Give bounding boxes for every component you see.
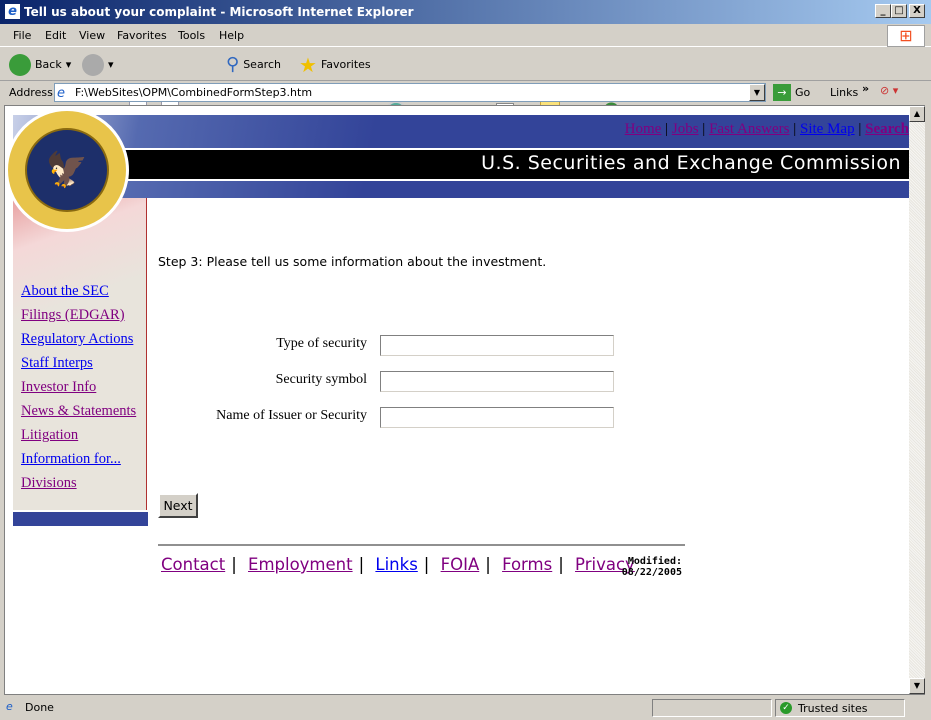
address-input[interactable]: e F:\WebSites\OPM\CombinedFormStep3.htm … bbox=[54, 83, 766, 102]
close-button[interactable]: X bbox=[909, 4, 925, 18]
footer-link-forms[interactable]: Forms bbox=[502, 555, 552, 574]
sidebar-bottom-bar bbox=[13, 512, 148, 526]
back-button[interactable]: Back ▾ bbox=[9, 54, 71, 76]
sidebar-item-information-for[interactable]: Information for... bbox=[21, 451, 121, 468]
next-button[interactable]: Next bbox=[158, 493, 198, 518]
top-link-jobs[interactable]: Jobs bbox=[672, 121, 699, 137]
status-bar: e Done ✓ Trusted sites bbox=[0, 697, 931, 720]
top-nav: Home | Jobs | Fast Answers | Site Map | … bbox=[624, 121, 909, 137]
page-icon: e bbox=[57, 86, 65, 101]
modified-info: Modified: 08/22/2005 bbox=[600, 556, 682, 578]
search-button[interactable]: ⚲ Search bbox=[226, 54, 281, 76]
maximize-button[interactable]: □ bbox=[891, 4, 907, 18]
menu-tools[interactable]: Tools bbox=[178, 29, 205, 42]
modified-date: 08/22/2005 bbox=[621, 567, 682, 578]
ie-icon: e bbox=[5, 4, 20, 19]
sidebar-item-regulatory[interactable]: Regulatory Actions bbox=[21, 331, 133, 348]
popup-blocker-icon[interactable]: ⊘ ▾ bbox=[880, 84, 898, 97]
page-done-icon: e bbox=[6, 700, 13, 713]
menu-bar: File Edit View Favorites Tools Help ⊞ bbox=[0, 25, 931, 47]
footer-nav: Contact | Employment | Links | FOIA | Forms |… bbox=[161, 555, 635, 574]
step-intro: Step 3: Please tell us some information … bbox=[158, 254, 547, 269]
chevron-icon[interactable]: » bbox=[862, 82, 869, 95]
issuer-name-label: Name of Issuer or Security bbox=[216, 408, 367, 423]
windows-logo-icon: ⊞ bbox=[887, 25, 925, 47]
type-of-security-input[interactable] bbox=[380, 335, 614, 356]
sec-seal-logo: 🦅 bbox=[5, 108, 129, 232]
type-of-security-label: Type of security bbox=[276, 336, 367, 351]
issuer-name-input[interactable] bbox=[380, 407, 614, 428]
favorites-star-icon: ★ bbox=[299, 53, 317, 77]
address-label: Address bbox=[9, 86, 53, 99]
sidebar-item-staff-interps[interactable]: Staff Interps bbox=[21, 355, 93, 372]
security-symbol-input[interactable] bbox=[380, 371, 614, 392]
menu-file[interactable]: File bbox=[13, 29, 31, 42]
forward-button[interactable]: ▾ bbox=[82, 54, 114, 76]
sidebar-item-litigation[interactable]: Litigation bbox=[21, 427, 78, 444]
top-link-home[interactable]: Home bbox=[625, 121, 662, 137]
security-zone: ✓ Trusted sites bbox=[775, 699, 905, 717]
modified-label: Modified: bbox=[627, 556, 682, 567]
menu-favorites[interactable]: Favorites bbox=[117, 29, 167, 42]
trusted-check-icon: ✓ bbox=[780, 702, 792, 714]
go-arrow-icon: → bbox=[773, 84, 791, 101]
scroll-up-icon[interactable]: ▲ bbox=[909, 106, 925, 122]
banner-title: U.S. Securities and Exchange Commission bbox=[481, 152, 901, 174]
top-link-fast-answers[interactable]: Fast Answers bbox=[709, 121, 789, 137]
status-text: Done bbox=[25, 701, 54, 714]
toolbar: Back ▾ ▾ x ↻ ⌂ ⚲Search ★Favorites ✉▾ ⎙ W… bbox=[0, 48, 931, 123]
title-bar: e Tell us about your complaint - Microso… bbox=[0, 0, 931, 24]
sidebar-item-divisions[interactable]: Divisions bbox=[21, 475, 77, 492]
favorites-button[interactable]: ★ Favorites bbox=[299, 54, 371, 76]
footer-link-employment[interactable]: Employment bbox=[248, 555, 353, 574]
forward-arrow-icon bbox=[82, 54, 104, 76]
address-dropdown-icon[interactable]: ▼ bbox=[749, 84, 765, 101]
eagle-icon: 🦅 bbox=[25, 128, 109, 212]
menu-help[interactable]: Help bbox=[219, 29, 244, 42]
scroll-down-icon[interactable]: ▼ bbox=[909, 678, 925, 694]
footer-link-contact[interactable]: Contact bbox=[161, 555, 225, 574]
sidebar-item-investor-info[interactable]: Investor Info bbox=[21, 379, 96, 396]
security-symbol-label: Security symbol bbox=[275, 372, 367, 387]
search-icon: ⚲ bbox=[226, 54, 240, 75]
go-button[interactable]: → Go bbox=[773, 84, 810, 101]
top-link-search[interactable]: Search bbox=[865, 121, 909, 137]
sidebar-item-news[interactable]: News & Statements bbox=[21, 403, 136, 420]
footer-divider bbox=[158, 544, 685, 546]
menu-edit[interactable]: Edit bbox=[45, 29, 66, 42]
minimize-button[interactable]: _ bbox=[875, 4, 891, 18]
back-arrow-icon bbox=[9, 54, 31, 76]
footer-link-foia[interactable]: FOIA bbox=[441, 555, 480, 574]
window-title: Tell us about your complaint - Microsoft… bbox=[24, 5, 414, 19]
menu-view[interactable]: View bbox=[79, 29, 105, 42]
links-toolbar[interactable]: Links bbox=[830, 86, 858, 99]
sidebar-item-filings[interactable]: Filings (EDGAR) bbox=[21, 307, 125, 324]
footer-link-links[interactable]: Links bbox=[375, 555, 417, 574]
top-link-site-map[interactable]: Site Map bbox=[800, 121, 855, 137]
status-panels bbox=[652, 699, 772, 717]
sidebar-item-about[interactable]: About the SEC bbox=[21, 283, 109, 300]
vertical-scrollbar[interactable]: ▲ ▼ bbox=[909, 106, 925, 694]
